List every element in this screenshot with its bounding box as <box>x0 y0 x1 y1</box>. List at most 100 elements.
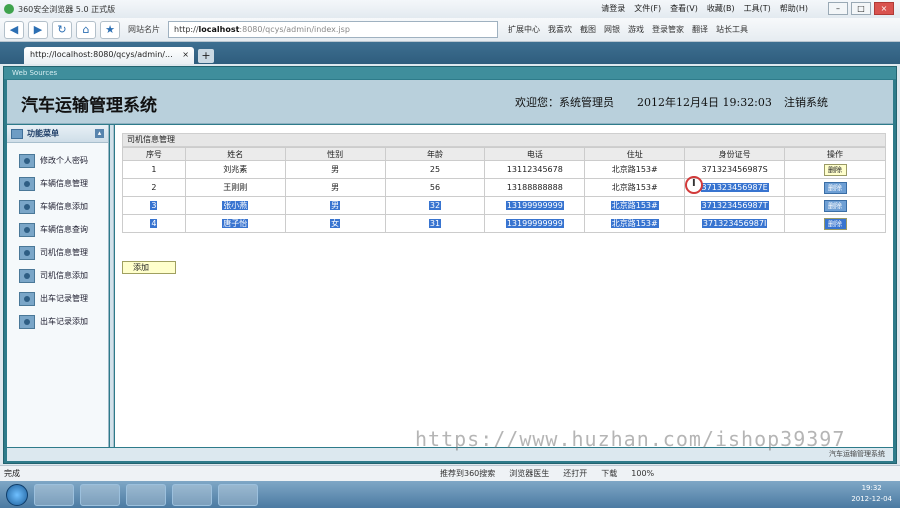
delete-button[interactable]: 删除 <box>823 217 847 230</box>
logout-link[interactable]: 注销系统 <box>784 94 828 110</box>
cell-name: 王刚刚 <box>184 178 286 197</box>
home-icon[interactable]: ⌂ <box>76 20 96 39</box>
cell-text: 371323456987T <box>700 201 769 210</box>
collapse-icon[interactable]: ▴ <box>95 129 104 138</box>
cell-address: 北京路153# <box>584 160 686 179</box>
delete-button[interactable]: 删除 <box>823 199 847 212</box>
browser-tool-items: 扩展中心 我喜欢 截图 网银 游戏 登录管家 翻译 站长工具 <box>508 24 748 35</box>
col-address: 住址 <box>584 147 686 161</box>
cell-text: 371323456987I <box>701 219 768 228</box>
cell-text: 女 <box>330 219 341 228</box>
tool-extensions[interactable]: 扩展中心 <box>508 24 540 35</box>
sidebar-item-driver-manage[interactable]: 司机信息管理 <box>7 241 108 264</box>
tool-webmaster[interactable]: 站长工具 <box>716 24 748 35</box>
col-gender: 性别 <box>284 147 386 161</box>
taskbar-app-eclipse[interactable] <box>126 483 166 506</box>
status-zoom[interactable]: 100% <box>631 466 654 481</box>
col-id-card: 身份证号 <box>684 147 786 161</box>
menu-help[interactable]: 帮助(H) <box>780 3 808 14</box>
sidebar-item-vehicle-query[interactable]: 车辆信息查询 <box>7 218 108 241</box>
cell-text: 3 <box>150 201 158 210</box>
status-items: 推荐到360搜索 浏览器医生 还打开 下载 100% <box>440 466 654 481</box>
cursor-highlight-icon <box>685 176 703 194</box>
cell-no: 4 <box>122 214 186 233</box>
menu-favorites[interactable]: 收藏(B) <box>707 3 735 14</box>
sidebar-item-label: 修改个人密码 <box>40 156 88 165</box>
status-text: 完成 <box>4 469 20 478</box>
pane-splitter[interactable] <box>110 125 114 447</box>
menu-view[interactable]: 查看(V) <box>670 3 698 14</box>
cell-action: 删除 <box>784 214 886 233</box>
cell-text: 31 <box>428 219 442 228</box>
address-bar[interactable]: http:// localhost :8080/qcys/admin/index… <box>168 21 498 38</box>
new-tab-button[interactable]: + <box>198 49 214 63</box>
cell-phone: 13199999999 <box>484 196 586 215</box>
taskbar-app-360browser[interactable] <box>34 483 74 506</box>
tab-admin[interactable]: http://localhost:8080/qcys/admin/... × <box>24 47 194 64</box>
col-no: 序号 <box>122 147 186 161</box>
browser-statusbar: 完成 推荐到360搜索 浏览器医生 还打开 下载 100% <box>0 465 900 481</box>
login-link[interactable]: 请登录 <box>601 3 625 14</box>
tool-bank[interactable]: 网银 <box>604 24 620 35</box>
user-icon <box>19 291 35 306</box>
cell-phone: 13199999999 <box>484 214 586 233</box>
cell-age: 32 <box>384 196 486 215</box>
table-row: 3 张小燕 男 32 13199999999 北京路153# 371323456… <box>122 196 886 215</box>
maximize-button[interactable]: □ <box>851 2 871 15</box>
cell-id-card: 371323456987S <box>684 160 786 179</box>
minimize-button[interactable]: – <box>828 2 848 15</box>
cell-id-card: 371323456987T <box>684 196 786 215</box>
status-doctor[interactable]: 浏览器医生 <box>509 466 549 481</box>
watermark-text: https://www.huzhan.com/ishop39397 <box>415 427 846 451</box>
close-button[interactable]: × <box>874 2 894 15</box>
address-prefix: http:// <box>174 25 199 34</box>
menu-tools[interactable]: 工具(T) <box>744 3 771 14</box>
delete-button[interactable]: 删除 <box>823 181 847 194</box>
tool-translate[interactable]: 翻译 <box>692 24 708 35</box>
table-header-row: 序号 姓名 性别 年龄 电话 住址 身份证号 操作 <box>122 147 886 161</box>
sidebar-item-trip-manage[interactable]: 出车记录管理 <box>7 287 108 310</box>
taskbar-app-ie[interactable] <box>80 483 120 506</box>
taskbar-app-word[interactable] <box>172 483 212 506</box>
back-icon[interactable]: ◀ <box>4 20 24 39</box>
add-driver-button[interactable]: 添加 <box>122 261 176 274</box>
window-controls: – □ × <box>828 2 894 15</box>
sidebar-item-change-password[interactable]: 修改个人密码 <box>7 149 108 172</box>
sidebar-item-trip-add[interactable]: 出车记录添加 <box>7 310 108 333</box>
system-clock[interactable]: 19:32 2012-12-04 <box>851 483 892 505</box>
sidebar-item-vehicle-manage[interactable]: 车辆信息管理 <box>7 172 108 195</box>
cell-no: 2 <box>122 178 186 197</box>
col-name: 姓名 <box>184 147 286 161</box>
sidebar-item-driver-add[interactable]: 司机信息添加 <box>7 264 108 287</box>
tool-games[interactable]: 游戏 <box>628 24 644 35</box>
tool-like[interactable]: 我喜欢 <box>548 24 572 35</box>
status-download[interactable]: 下载 <box>601 466 617 481</box>
cell-action: 删除 <box>784 196 886 215</box>
table-row: 4 唐子怡 女 31 13199999999 北京路153# 371323456… <box>122 214 886 233</box>
cell-text: 4 <box>150 219 158 228</box>
sidebar-item-vehicle-add[interactable]: 车辆信息添加 <box>7 195 108 218</box>
cell-text: 男 <box>330 201 341 210</box>
user-icon <box>19 314 35 329</box>
menu-file[interactable]: 文件(F) <box>634 3 661 14</box>
col-phone: 电话 <box>484 147 586 161</box>
cell-name: 刘兆素 <box>184 160 286 179</box>
star-icon[interactable]: ★ <box>100 20 120 39</box>
clock-time: 19:32 <box>861 484 882 492</box>
sidebar-title: 功能菜单 <box>27 129 59 138</box>
refresh-icon[interactable]: ↻ <box>52 20 72 39</box>
tool-login-manager[interactable]: 登录管家 <box>652 24 684 35</box>
delete-button[interactable]: 删除 <box>823 163 847 176</box>
tool-screenshot[interactable]: 截图 <box>580 24 596 35</box>
forward-icon[interactable]: ▶ <box>28 20 48 39</box>
table-row: 1 刘兆素 男 25 13112345678 北京路153# 371323456… <box>122 160 886 179</box>
status-reopen[interactable]: 还打开 <box>563 466 587 481</box>
cell-gender: 女 <box>284 214 386 233</box>
welcome-text: 欢迎您：系统管理员 <box>515 96 614 109</box>
taskbar-app-toolbox[interactable] <box>218 483 258 506</box>
start-icon[interactable] <box>6 483 28 506</box>
status-recommend[interactable]: 推荐到360搜索 <box>440 466 495 481</box>
driver-panel: 司机信息管理 序号 姓名 性别 年龄 电话 住址 身份证号 操作 1 刘兆素 男… <box>122 133 886 233</box>
site-card-button[interactable]: 网站名片 <box>124 24 164 35</box>
tab-close-icon[interactable]: × <box>182 47 189 64</box>
